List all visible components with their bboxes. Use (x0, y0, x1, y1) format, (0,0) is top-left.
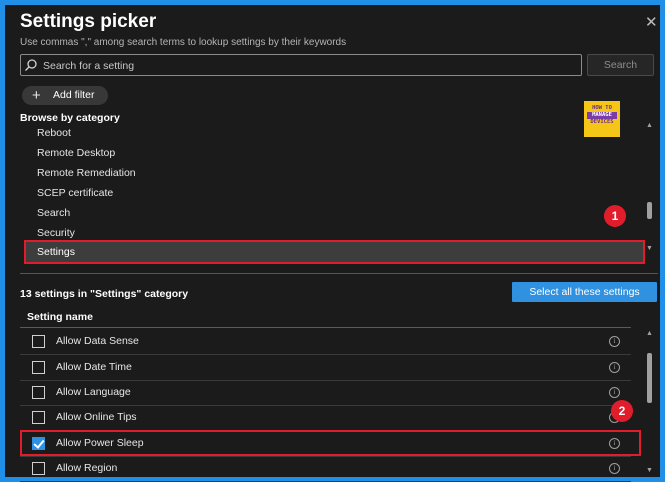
info-icon[interactable]: i (609, 336, 620, 347)
close-icon[interactable]: ✕ (645, 15, 658, 30)
logo-text-line3: DEVICES (590, 119, 614, 125)
scroll-down-arrow[interactable]: ▼ (646, 245, 653, 252)
info-icon[interactable]: i (609, 362, 620, 373)
category-item-reboot[interactable]: Reboot (37, 127, 71, 139)
settings-count-label: 13 settings in "Settings" category (20, 288, 189, 300)
setting-row[interactable]: Allow Date Time i (20, 355, 631, 381)
search-input[interactable] (41, 56, 575, 76)
category-item-remote-desktop[interactable]: Remote Desktop (37, 147, 115, 159)
category-item-search[interactable]: Search (37, 207, 70, 219)
setting-checkbox[interactable] (32, 361, 45, 374)
browse-category-label: Browse by category (20, 112, 120, 124)
results-scroll-down-arrow[interactable]: ▼ (646, 467, 653, 474)
highlight-box-allow-power-sleep (20, 430, 641, 456)
category-item-security[interactable]: Security (37, 227, 75, 239)
setting-row[interactable]: Allow Online Tips i (20, 405, 631, 431)
info-icon[interactable]: i (609, 387, 620, 398)
setting-checkbox[interactable] (32, 411, 45, 424)
setting-name: Allow Date Time (56, 361, 132, 373)
setting-checkbox[interactable] (32, 335, 45, 348)
column-header-setting-name: Setting name (27, 311, 93, 323)
setting-name: Allow Region (56, 462, 118, 474)
annotation-badge-1: 1 (604, 205, 626, 227)
plus-icon: + (32, 87, 41, 104)
category-item-scep-certificate[interactable]: SCEP certificate (37, 187, 113, 199)
category-item-settings-label: Settings (37, 246, 75, 258)
category-scrollbar-thumb[interactable] (647, 202, 652, 219)
annotation-badge-2: 2 (611, 400, 633, 422)
category-item-remote-remediation[interactable]: Remote Remediation (37, 167, 136, 179)
add-filter-label: Add filter (53, 89, 95, 101)
logo-text-line1: HOW TO (592, 105, 612, 111)
setting-row[interactable]: Allow Region i (20, 456, 631, 482)
setting-name: Allow Online Tips (56, 411, 137, 423)
setting-row[interactable]: Allow Language i (20, 380, 631, 406)
howto-logo: HOW TO MANAGE DEVICES (584, 101, 620, 137)
search-button[interactable]: Search (587, 54, 654, 76)
category-item-settings[interactable]: Settings (24, 240, 645, 264)
info-icon[interactable]: i (609, 463, 620, 474)
header-divider (20, 327, 631, 328)
select-all-button[interactable]: Select all these settings (512, 282, 657, 302)
add-filter-button[interactable]: + Add filter (22, 86, 108, 105)
section-divider (20, 273, 658, 274)
dialog-title: Settings picker (20, 11, 157, 32)
setting-checkbox[interactable] (32, 462, 45, 475)
setting-name: Allow Data Sense (56, 335, 139, 347)
setting-name: Allow Language (56, 386, 131, 398)
search-field[interactable] (20, 54, 582, 76)
results-scrollbar-thumb[interactable] (647, 353, 652, 403)
scroll-up-arrow[interactable]: ▲ (646, 122, 653, 129)
dialog-subtitle: Use commas "," among search terms to loo… (20, 37, 347, 48)
setting-checkbox[interactable] (32, 386, 45, 399)
setting-row[interactable]: Allow Data Sense i (20, 329, 631, 355)
logo-text-line2: MANAGE (587, 112, 617, 119)
results-scroll-up-arrow[interactable]: ▲ (646, 330, 653, 337)
settings-picker-dialog: Settings picker Use commas "," among sea… (0, 0, 665, 482)
search-icon (25, 59, 37, 71)
